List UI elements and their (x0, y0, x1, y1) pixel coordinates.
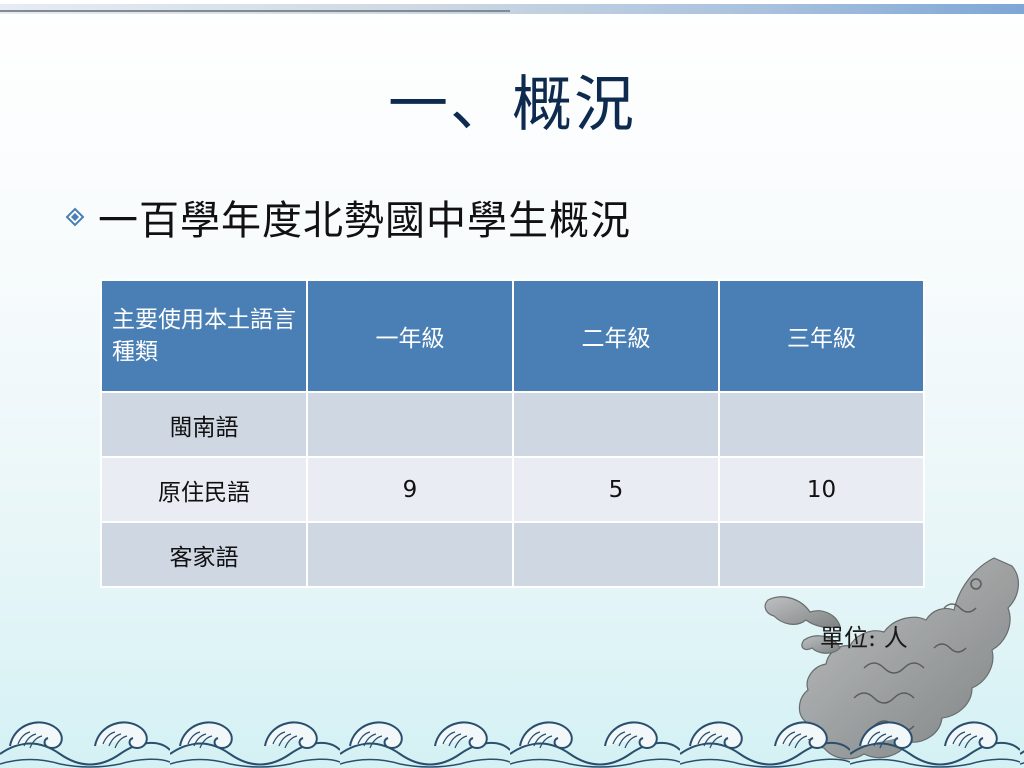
wave-pattern (0, 710, 1024, 768)
row-grade2: 5 (512, 456, 720, 523)
slide-title: 一、概況 (388, 70, 636, 140)
row-grade3: 10 (718, 456, 925, 523)
table-header-row: 主要使用本土語言種類 一年級 二年級 三年級 (100, 279, 925, 393)
row-language: 閩南語 (100, 391, 308, 458)
table-row: 原住民語 9 5 10 (100, 456, 925, 523)
top-decor-line (0, 10, 510, 12)
diamond-bullet-icon (62, 204, 88, 230)
row-grade2 (512, 521, 720, 588)
header-grade2: 二年級 (512, 279, 720, 393)
row-grade3 (718, 391, 925, 458)
header-language: 主要使用本土語言種類 (100, 279, 308, 393)
row-grade1 (306, 391, 514, 458)
bullet-item: 一百學年度北勢國中學生概況 (62, 188, 631, 246)
header-grade1: 一年級 (306, 279, 514, 393)
row-grade1: 9 (306, 456, 514, 523)
table-row: 閩南語 (100, 391, 925, 458)
row-language: 客家語 (100, 521, 308, 588)
top-decor-bar (0, 4, 1024, 14)
header-grade3: 三年級 (718, 279, 925, 393)
bullet-text: 一百學年度北勢國中學生概況 (98, 198, 631, 244)
unit-note: 單位: 人 (820, 624, 908, 652)
student-overview-table: 主要使用本土語言種類 一年級 二年級 三年級 閩南語 原住民語 9 5 10 客… (100, 279, 925, 588)
row-grade2 (512, 391, 720, 458)
row-grade1 (306, 521, 514, 588)
row-language: 原住民語 (100, 456, 308, 523)
